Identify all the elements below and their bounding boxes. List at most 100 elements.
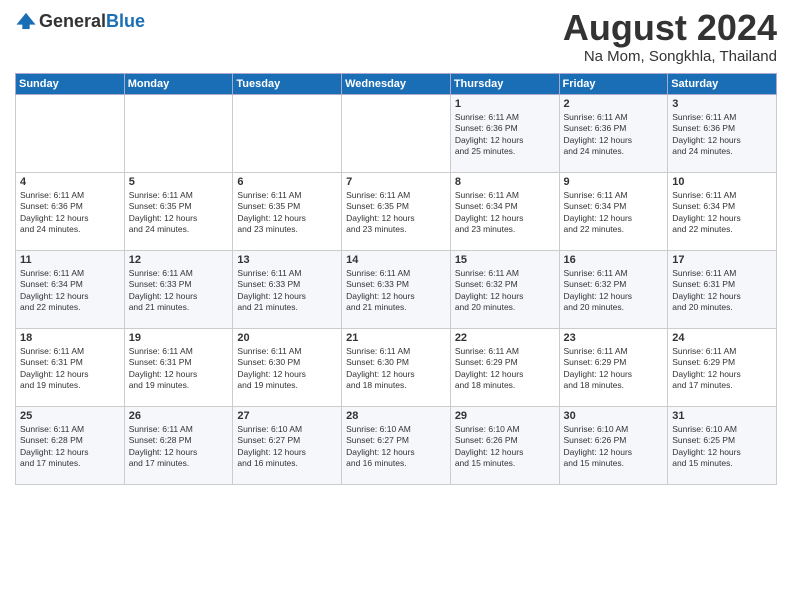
day-cell: 17 Sunrise: 6:11 AM Sunset: 6:31 PM Dayli…: [668, 251, 777, 329]
logo-blue: Blue: [106, 12, 145, 30]
day-cell: [342, 95, 451, 173]
day-number: 26: [129, 410, 229, 422]
day-number: 19: [129, 332, 229, 344]
day-info: Sunrise: 6:11 AM Sunset: 6:29 PM Dayligh…: [564, 346, 664, 392]
day-cell: 16 Sunrise: 6:11 AM Sunset: 6:32 PM Dayli…: [559, 251, 668, 329]
day-info: Sunrise: 6:11 AM Sunset: 6:35 PM Dayligh…: [129, 190, 229, 236]
day-number: 12: [129, 254, 229, 266]
week-row-3: 11Sunrise: 6:11 AM Sunset: 6:34 PM Dayli…: [16, 251, 777, 329]
day-cell: 1Sunrise: 6:11 AM Sunset: 6:36 PM Daylig…: [450, 95, 559, 173]
day-number: 27: [237, 410, 337, 422]
logo-general: General: [39, 12, 106, 30]
day-info: Sunrise: 6:11 AM Sunset: 6:34 PM Dayligh…: [20, 268, 120, 314]
day-info: Sunrise: 6:11 AM Sunset: 6:30 PM Dayligh…: [237, 346, 337, 392]
day-cell: 20 Sunrise: 6:11 AM Sunset: 6:30 PM Dayli…: [233, 329, 342, 407]
week-row-2: 4 Sunrise: 6:11 AM Sunset: 6:36 PM Daylig…: [16, 173, 777, 251]
day-info: Sunrise: 6:10 AM Sunset: 6:27 PM Dayligh…: [237, 424, 337, 470]
col-header-monday: Monday: [124, 74, 233, 95]
day-cell: 12 Sunrise: 6:11 AM Sunset: 6:33 PM Dayli…: [124, 251, 233, 329]
day-number: 18: [20, 332, 120, 344]
day-info: Sunrise: 6:10 AM Sunset: 6:26 PM Dayligh…: [455, 424, 555, 470]
day-info: Sunrise: 6:11 AM Sunset: 6:29 PM Dayligh…: [455, 346, 555, 392]
day-cell: 30 Sunrise: 6:10 AM Sunset: 6:26 PM Dayli…: [559, 407, 668, 485]
day-number: 7: [346, 176, 446, 188]
day-number: 25: [20, 410, 120, 422]
day-cell: 18 Sunrise: 6:11 AM Sunset: 6:31 PM Dayli…: [16, 329, 125, 407]
day-number: 4: [20, 176, 120, 188]
day-info: Sunrise: 6:11 AM Sunset: 6:33 PM Dayligh…: [237, 268, 337, 314]
day-cell: [233, 95, 342, 173]
day-info: Sunrise: 6:11 AM Sunset: 6:28 PM Dayligh…: [129, 424, 229, 470]
day-number: 22: [455, 332, 555, 344]
day-info: Sunrise: 6:11 AM Sunset: 6:33 PM Dayligh…: [129, 268, 229, 314]
day-number: 8: [455, 176, 555, 188]
title-section: August 2024 Na Mom, Songkhla, Thailand: [563, 10, 777, 65]
day-number: 29: [455, 410, 555, 422]
header: General Blue August 2024 Na Mom, Songkhl…: [15, 10, 777, 65]
week-row-5: 25 Sunrise: 6:11 AM Sunset: 6:28 PM Dayli…: [16, 407, 777, 485]
col-header-saturday: Saturday: [668, 74, 777, 95]
day-info: Sunrise: 6:11 AM Sunset: 6:29 PM Dayligh…: [672, 346, 772, 392]
col-header-wednesday: Wednesday: [342, 74, 451, 95]
logo-icon: [15, 10, 37, 32]
day-number: 31: [672, 410, 772, 422]
location: Na Mom, Songkhla, Thailand: [563, 48, 777, 65]
col-header-thursday: Thursday: [450, 74, 559, 95]
day-number: 6: [237, 176, 337, 188]
day-cell: [16, 95, 125, 173]
day-number: 15: [455, 254, 555, 266]
day-cell: 13Sunrise: 6:11 AM Sunset: 6:33 PM Dayli…: [233, 251, 342, 329]
day-info: Sunrise: 6:10 AM Sunset: 6:26 PM Dayligh…: [564, 424, 664, 470]
day-info: Sunrise: 6:11 AM Sunset: 6:31 PM Dayligh…: [129, 346, 229, 392]
day-cell: 7 Sunrise: 6:11 AM Sunset: 6:35 PM Daylig…: [342, 173, 451, 251]
day-number: 24: [672, 332, 772, 344]
day-info: Sunrise: 6:11 AM Sunset: 6:31 PM Dayligh…: [672, 268, 772, 314]
day-number: 28: [346, 410, 446, 422]
day-info: Sunrise: 6:10 AM Sunset: 6:25 PM Dayligh…: [672, 424, 772, 470]
day-number: 14: [346, 254, 446, 266]
col-header-sunday: Sunday: [16, 74, 125, 95]
day-info: Sunrise: 6:11 AM Sunset: 6:31 PM Dayligh…: [20, 346, 120, 392]
day-info: Sunrise: 6:11 AM Sunset: 6:34 PM Dayligh…: [672, 190, 772, 236]
day-cell: 21 Sunrise: 6:11 AM Sunset: 6:30 PM Dayli…: [342, 329, 451, 407]
day-info: Sunrise: 6:11 AM Sunset: 6:34 PM Dayligh…: [455, 190, 555, 236]
day-info: Sunrise: 6:11 AM Sunset: 6:28 PM Dayligh…: [20, 424, 120, 470]
week-row-1: 1 Sunrise: 6:11 AM Sunset: 6:36 PM Daylig…: [16, 95, 777, 173]
day-cell: 9Sunrise: 6:11 AM Sunset: 6:34 PM Daylig…: [559, 173, 668, 251]
month-title: August 2024: [563, 10, 777, 46]
day-info: Sunrise: 6:11 AM Sunset: 6:36 PM Dayligh…: [20, 190, 120, 236]
day-number: 3: [672, 98, 772, 110]
day-cell: 26 Sunrise: 6:11 AM Sunset: 6:28 PM Dayli…: [124, 407, 233, 485]
day-cell: 29 Sunrise: 6:10 AM Sunset: 6:26 PM Dayli…: [450, 407, 559, 485]
day-info: Sunrise: 6:10 AM Sunset: 6:27 PM Dayligh…: [346, 424, 446, 470]
day-info: Sunrise: 6:11 AM Sunset: 6:32 PM Dayligh…: [564, 268, 664, 314]
day-info: Sunrise: 6:11 AM Sunset: 6:30 PM Dayligh…: [346, 346, 446, 392]
day-number: 10: [672, 176, 772, 188]
day-number: 1: [455, 98, 555, 110]
day-cell: 28 Sunrise: 6:10 AM Sunset: 6:27 PM Dayli…: [342, 407, 451, 485]
day-info: Sunrise: 6:11 AM Sunset: 6:32 PM Dayligh…: [455, 268, 555, 314]
day-number: 20: [237, 332, 337, 344]
day-number: 16: [564, 254, 664, 266]
day-number: 9: [564, 176, 664, 188]
day-info: Sunrise: 6:11 AM Sunset: 6:35 PM Dayligh…: [237, 190, 337, 236]
day-info: Sunrise: 6:11 AM Sunset: 6:36 PM Dayligh…: [672, 112, 772, 158]
day-number: 30: [564, 410, 664, 422]
day-cell: 23Sunrise: 6:11 AM Sunset: 6:29 PM Dayli…: [559, 329, 668, 407]
calendar-table: SundayMondayTuesdayWednesdayThursdayFrid…: [15, 73, 777, 485]
logo: General Blue: [15, 10, 145, 32]
day-cell: 27 Sunrise: 6:10 AM Sunset: 6:27 PM Dayli…: [233, 407, 342, 485]
day-number: 5: [129, 176, 229, 188]
day-number: 21: [346, 332, 446, 344]
day-cell: 5 Sunrise: 6:11 AM Sunset: 6:35 PM Daylig…: [124, 173, 233, 251]
col-header-tuesday: Tuesday: [233, 74, 342, 95]
day-number: 2: [564, 98, 664, 110]
day-cell: 31 Sunrise: 6:10 AM Sunset: 6:25 PM Dayli…: [668, 407, 777, 485]
day-number: 17: [672, 254, 772, 266]
day-cell: 8 Sunrise: 6:11 AM Sunset: 6:34 PM Daylig…: [450, 173, 559, 251]
day-cell: 14Sunrise: 6:11 AM Sunset: 6:33 PM Dayli…: [342, 251, 451, 329]
day-cell: 22 Sunrise: 6:11 AM Sunset: 6:29 PM Dayli…: [450, 329, 559, 407]
day-info: Sunrise: 6:11 AM Sunset: 6:36 PM Dayligh…: [564, 112, 664, 158]
col-header-friday: Friday: [559, 74, 668, 95]
day-info: Sunrise: 6:11 AM Sunset: 6:35 PM Dayligh…: [346, 190, 446, 236]
